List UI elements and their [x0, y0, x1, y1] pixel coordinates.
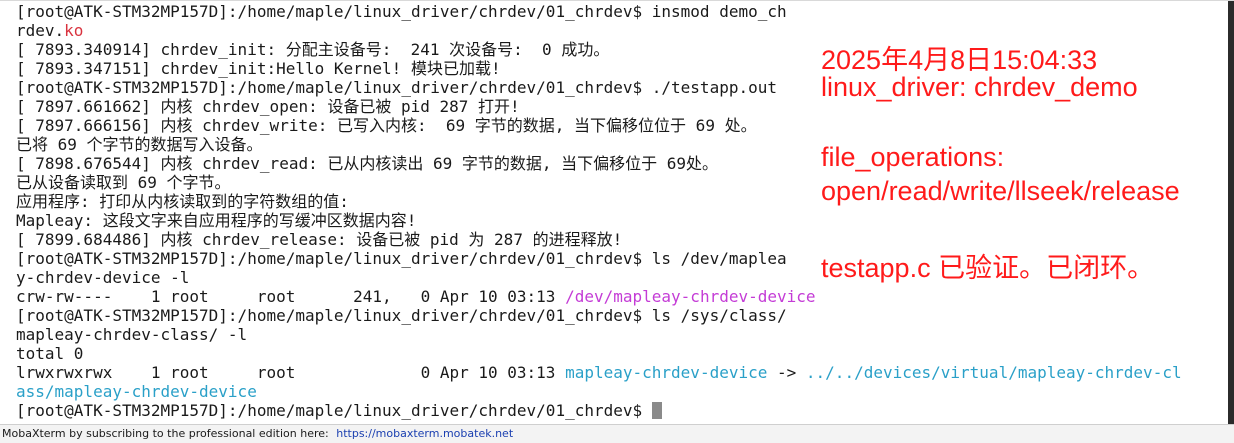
- terminal-pane[interactable]: [root@ATK-STM32MP157D]:/home/maple/linux…: [1, 2, 1229, 424]
- terminal-text: [root@ATK-STM32MP157D]:/home/maple/linux…: [16, 249, 787, 268]
- terminal-text: lrwxrwxrwx 1 root root 0 Apr 10 03:13: [16, 363, 566, 382]
- terminal-text: ->: [767, 363, 806, 382]
- terminal-line: ass/mapleay-chrdev-device: [16, 382, 1182, 401]
- terminal-line: 已将 69 个字节的数据写入设备。: [16, 135, 1182, 154]
- mobaxterm-window: [root@ATK-STM32MP157D]:/home/maple/linux…: [0, 0, 1234, 443]
- terminal-text: /dev/mapleay-chrdev-device: [565, 287, 816, 306]
- annotation-fops-list: open/read/write/llseek/release: [821, 176, 1180, 206]
- terminal-text: [ 7897.661662] 内核 chrdev_open: 设备已被 pid …: [16, 97, 520, 116]
- terminal-line: total 0: [16, 344, 1182, 363]
- terminal-text: [ 7898.676544] 内核 chrdev_read: 已从内核读出 69…: [16, 154, 719, 173]
- terminal-text: [root@ATK-STM32MP157D]:/home/maple/linux…: [16, 2, 787, 21]
- terminal-text: [ 7893.347151] chrdev_init:Hello Kernel!…: [16, 59, 501, 78]
- scrollbar[interactable]: [1228, 1, 1234, 424]
- terminal-line: [root@ATK-STM32MP157D]:/home/maple/linux…: [16, 306, 1182, 325]
- terminal-text: [ 7897.666156] 内核 chrdev_write: 已写入内核: 6…: [16, 116, 757, 135]
- terminal-line: [root@ATK-STM32MP157D]:/home/maple/linux…: [16, 2, 1182, 21]
- annotation-project: linux_driver: chrdev_demo: [821, 72, 1138, 102]
- terminal-text: Mapleay: 这段文字来自应用程序的写缓冲区数据内容!: [16, 211, 417, 230]
- terminal-line: [ 7898.676544] 内核 chrdev_read: 已从内核读出 69…: [16, 154, 1182, 173]
- terminal-line: crw-rw---- 1 root root 241, 0 Apr 10 03:…: [16, 287, 1182, 306]
- terminal-text: [ 7893.340914] chrdev_init: 分配主设备号: 241 …: [16, 40, 610, 59]
- terminal-text: mapleay-chrdev-device: [565, 363, 768, 382]
- footer-link[interactable]: https://mobaxterm.mobatek.net: [336, 427, 513, 440]
- terminal-text: 应用程序: 打印从内核读取到的字符数组的值:: [16, 192, 349, 211]
- terminal-line: lrwxrwxrwx 1 root root 0 Apr 10 03:13 ma…: [16, 363, 1182, 382]
- terminal-text: 已从设备读取到 69 个字节。: [16, 173, 231, 192]
- terminal-text: rdev.: [16, 21, 65, 40]
- terminal-text: [root@ATK-STM32MP157D]:/home/maple/linux…: [16, 78, 777, 97]
- status-bar: MobaXterm by subscribing to the professi…: [0, 424, 1234, 443]
- terminal-text: y-chrdev-device -l: [16, 268, 190, 287]
- terminal-line: [root@ATK-STM32MP157D]:/home/maple/linux…: [16, 401, 1182, 420]
- terminal-text: total 0: [16, 344, 84, 363]
- annotation-verified: testapp.c 已验证。已闭环。: [821, 253, 1155, 283]
- text-cursor: [651, 402, 662, 419]
- terminal-text: 已将 69 个字节的数据写入设备。: [16, 135, 263, 154]
- terminal-text: ass/mapleay-chrdev-device: [16, 382, 257, 401]
- terminal-text: [root@ATK-STM32MP157D]:/home/maple/linux…: [16, 306, 787, 325]
- terminal-text: [root@ATK-STM32MP157D]:/home/maple/linux…: [16, 401, 652, 420]
- footer-text: MobaXterm by subscribing to the professi…: [2, 427, 329, 440]
- terminal-text: ko: [64, 21, 84, 40]
- terminal-text: ../../devices/virtual/mapleay-chrdev-cl: [805, 363, 1182, 382]
- terminal-line: mapleay-chrdev-class/ -l: [16, 325, 1182, 344]
- terminal-text: mapleay-chrdev-class/ -l: [16, 325, 248, 344]
- terminal-text: [ 7899.684486] 内核 chrdev_release: 设备已被 p…: [16, 230, 623, 249]
- annotation-fops-title: file_operations:: [821, 142, 1005, 172]
- terminal-line: [ 7897.666156] 内核 chrdev_write: 已写入内核: 6…: [16, 116, 1182, 135]
- terminal-text: crw-rw---- 1 root root 241, 0 Apr 10 03:…: [16, 287, 566, 306]
- terminal-line: Mapleay: 这段文字来自应用程序的写缓冲区数据内容!: [16, 211, 1182, 230]
